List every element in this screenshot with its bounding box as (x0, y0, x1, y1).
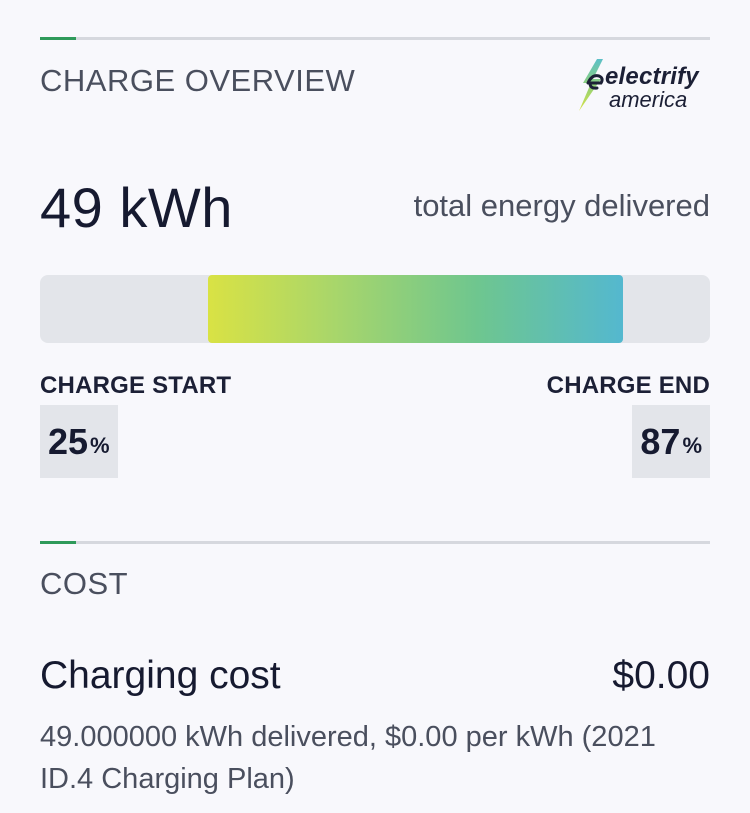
charge-range-fill (207, 275, 623, 343)
lightning-e-icon (579, 59, 604, 111)
charging-cost-value: $0.00 (612, 654, 710, 697)
charge-progress-bar (40, 275, 710, 343)
percent-sign: % (90, 432, 110, 458)
section-divider (40, 541, 710, 544)
cost-section: COST Charging cost $0.00 49.000000 kWh d… (40, 541, 710, 795)
energy-delivered-value: 49 kWh (40, 176, 233, 239)
energy-delivered-label: total energy delivered (413, 188, 710, 223)
charging-cost-detail: 49.000000 kWh delivered, $0.00 per kWh (… (40, 721, 656, 795)
logo-text-america: america (609, 87, 688, 112)
section-title: CHARGE OVERVIEW (40, 63, 356, 98)
charge-end-label: CHARGE END (546, 372, 710, 399)
charge-overview-section: CHARGE OVERVIEW electrify america 49 kWh… (40, 37, 710, 478)
charging-cost-label: Charging cost (40, 654, 281, 697)
percent-sign: % (682, 432, 702, 458)
section-divider (40, 37, 710, 40)
divider-accent (40, 37, 76, 40)
section-title: COST (40, 566, 129, 601)
charge-start-badge: 25 % (40, 405, 118, 478)
divider-accent (40, 541, 76, 544)
charge-end-badge: 87 % (632, 405, 710, 478)
electrify-america-logo: electrify america (575, 55, 710, 115)
charge-end-value: 87 (640, 420, 681, 462)
charge-start-value: 25 (48, 420, 89, 462)
charge-start-label: CHARGE START (40, 372, 232, 399)
